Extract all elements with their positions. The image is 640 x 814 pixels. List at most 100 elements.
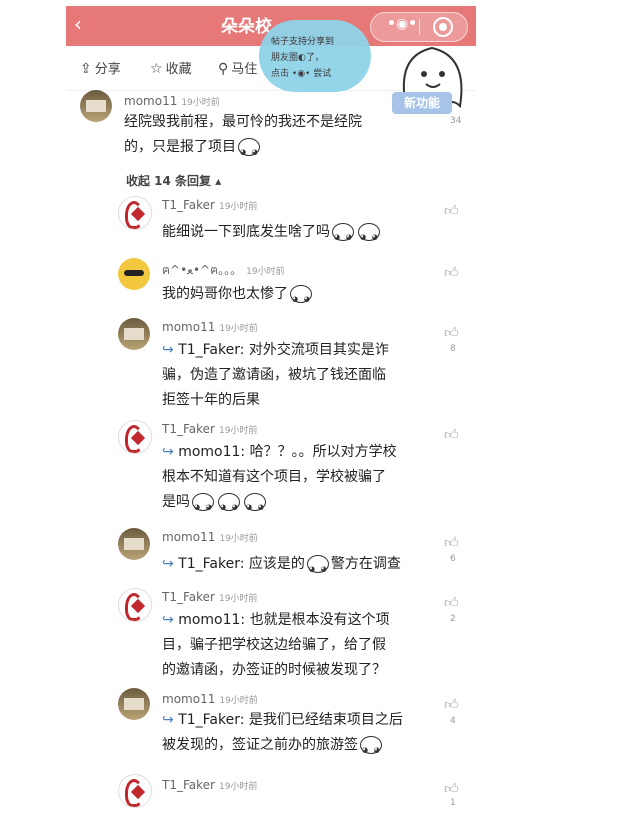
- like-count: 4: [450, 716, 456, 726]
- emoji-icon: [244, 493, 266, 520]
- like-icon[interactable]: 👍︎: [444, 426, 459, 443]
- comment-author[interactable]: momo11 19小时前: [162, 530, 258, 544]
- reply-text: 能细说一下到底发生啥了吗: [162, 220, 382, 250]
- emoji-icon: [290, 285, 312, 312]
- reply-line3: 拒签十年的后果: [162, 392, 260, 408]
- reply-to-name[interactable]: momo11:: [178, 444, 245, 460]
- pin-label: 马住: [231, 62, 258, 77]
- share-tooltip-bubble[interactable]: 帖子支持分享到 朋友圈◐了， 点击 •◉• 尝试: [259, 20, 371, 92]
- author-name: momo11: [162, 692, 216, 706]
- reply-line2: 被发现的，签证之前办的旅游签: [162, 737, 358, 753]
- reply-line1: 也就是根本没有这个项: [249, 612, 390, 628]
- like-count: 34: [450, 116, 462, 126]
- avatar[interactable]: [118, 688, 150, 720]
- author-name: momo11: [124, 94, 178, 108]
- avatar[interactable]: [118, 774, 152, 808]
- reply-line2: 根本不知道有这个项目，学校被骗了: [162, 469, 386, 485]
- close-mini-program-icon[interactable]: [433, 17, 453, 37]
- like-icon[interactable]: 👍︎: [444, 594, 459, 611]
- back-arrow-icon[interactable]: ‹: [74, 12, 82, 36]
- reply-arrow-icon: ↪: [162, 342, 179, 358]
- avatar[interactable]: [118, 588, 152, 622]
- like-icon[interactable]: 👍︎: [444, 264, 459, 281]
- author-name: momo11: [162, 530, 216, 544]
- timestamp: 19小时前: [181, 98, 220, 108]
- timestamp: 19小时前: [218, 202, 258, 212]
- reply-text: 我的妈哥你也太惨了: [162, 282, 314, 312]
- reply-text: ↪ momo11: 也就是根本没有这个项 目，骗子把学校这边给骗了，给了假 的邀…: [162, 608, 442, 683]
- comment-author[interactable]: momo11 19小时前: [124, 94, 220, 108]
- reply-arrow-icon: ↪: [162, 712, 179, 728]
- timestamp: 19小时前: [218, 782, 258, 792]
- favorite-label: 收藏: [165, 62, 192, 77]
- comment-author[interactable]: momo11 19小时前: [162, 320, 258, 334]
- comment-author[interactable]: T1_Faker 19小时前: [162, 422, 257, 436]
- page-title: 朵朵校: [221, 17, 272, 37]
- collapse-replies-button[interactable]: 收起 14 条回复 ▴: [126, 172, 221, 189]
- reply-line2: 骗，伪造了邀请函，被坑了钱还面临: [162, 367, 386, 383]
- comment-text: 经院毁我前程，最可怜的我还不是经院 的，只是报了项目: [124, 110, 444, 165]
- like-icon[interactable]: 👍︎: [444, 324, 459, 341]
- timestamp: 19小时前: [246, 267, 285, 277]
- share-icon: ⇪: [80, 61, 92, 77]
- like-count: 8: [450, 344, 456, 354]
- share-label: 分享: [94, 62, 121, 77]
- comment-author[interactable]: T1_Faker 19小时前: [162, 778, 257, 792]
- reply-line1: 哈？？。。所以对方学校: [249, 444, 397, 460]
- tooltip-line4: 点击: [271, 69, 290, 79]
- comment-author[interactable]: momo11 19小时前: [162, 692, 258, 706]
- emoji-icon: [192, 493, 214, 520]
- author-name: T1_Faker: [162, 778, 215, 792]
- avatar[interactable]: [118, 420, 152, 454]
- reply-to-name[interactable]: T1_Faker:: [178, 712, 244, 728]
- reply-line1b: 警方在调查: [330, 556, 401, 572]
- star-icon: ☆: [150, 61, 163, 77]
- reply-line2: 目，骗子把学校这边给骗了，给了假: [162, 637, 386, 653]
- reply-arrow-icon: ↪: [162, 612, 179, 628]
- timestamp: 19小时前: [218, 426, 258, 436]
- like-icon[interactable]: 👍︎: [444, 534, 459, 551]
- avatar[interactable]: [118, 528, 150, 560]
- share-button[interactable]: ⇪ 分享: [80, 58, 121, 77]
- more-dots-icon: •◉•: [291, 69, 311, 79]
- comment-author[interactable]: ฅ^•ﻌ•^ฅ。。。 19小时前: [162, 261, 285, 280]
- comment-author[interactable]: T1_Faker 19小时前: [162, 198, 257, 212]
- emoji-icon: [360, 736, 382, 763]
- avatar[interactable]: [118, 318, 150, 350]
- tooltip-line1: 帖子支持分享到: [271, 37, 335, 47]
- reply-line1: 是我们已经结束项目之后: [248, 712, 403, 728]
- author-name: ฅ^•ﻌ•^ฅ。。。: [162, 263, 243, 277]
- like-count: 2: [450, 614, 456, 624]
- like-count: 1: [450, 798, 456, 808]
- reply-to-name[interactable]: momo11:: [178, 612, 245, 628]
- reply-to-name[interactable]: T1_Faker:: [178, 342, 244, 358]
- like-icon[interactable]: 👍︎: [444, 202, 459, 219]
- reply-line1: 应该是的: [248, 556, 305, 572]
- comment-line2: 的，只是报了项目: [124, 139, 236, 155]
- avatar[interactable]: [118, 196, 152, 230]
- reply-line1: 我的妈哥你也太惨了: [162, 286, 288, 302]
- timestamp: 19小时前: [219, 534, 258, 544]
- reply-text: ↪ T1_Faker: 对外交流项目其实是诈 骗，伪造了邀请函，被坑了钱还面临 …: [162, 338, 437, 413]
- tooltip-line2: 朋友圈: [271, 53, 299, 63]
- like-icon[interactable]: 👍︎: [444, 780, 459, 797]
- reply-arrow-icon: ↪: [162, 556, 179, 572]
- reply-to-name[interactable]: T1_Faker:: [178, 556, 244, 572]
- like-icon[interactable]: 👍︎: [444, 696, 459, 713]
- reply-line3: 是吗: [162, 494, 190, 510]
- author-name: T1_Faker: [162, 198, 215, 212]
- reply-arrow-icon: ↪: [162, 444, 179, 460]
- comment-author[interactable]: T1_Faker 19小时前: [162, 590, 257, 604]
- favorite-button[interactable]: ☆ 收藏: [150, 58, 192, 77]
- like-count: 6: [450, 554, 456, 564]
- more-icon[interactable]: •◉•: [387, 16, 417, 32]
- reply-line1: 对外交流项目其实是诈: [248, 342, 389, 358]
- moments-icon: ◐: [298, 53, 306, 63]
- avatar[interactable]: [80, 90, 112, 122]
- emoji-icon: [358, 223, 380, 250]
- pin-button[interactable]: ⚲ 马住: [218, 58, 257, 77]
- capsule-divider: [419, 19, 420, 35]
- emoji-icon: [306, 555, 329, 582]
- tooltip-line3: 了，: [305, 53, 324, 63]
- avatar[interactable]: [118, 258, 150, 290]
